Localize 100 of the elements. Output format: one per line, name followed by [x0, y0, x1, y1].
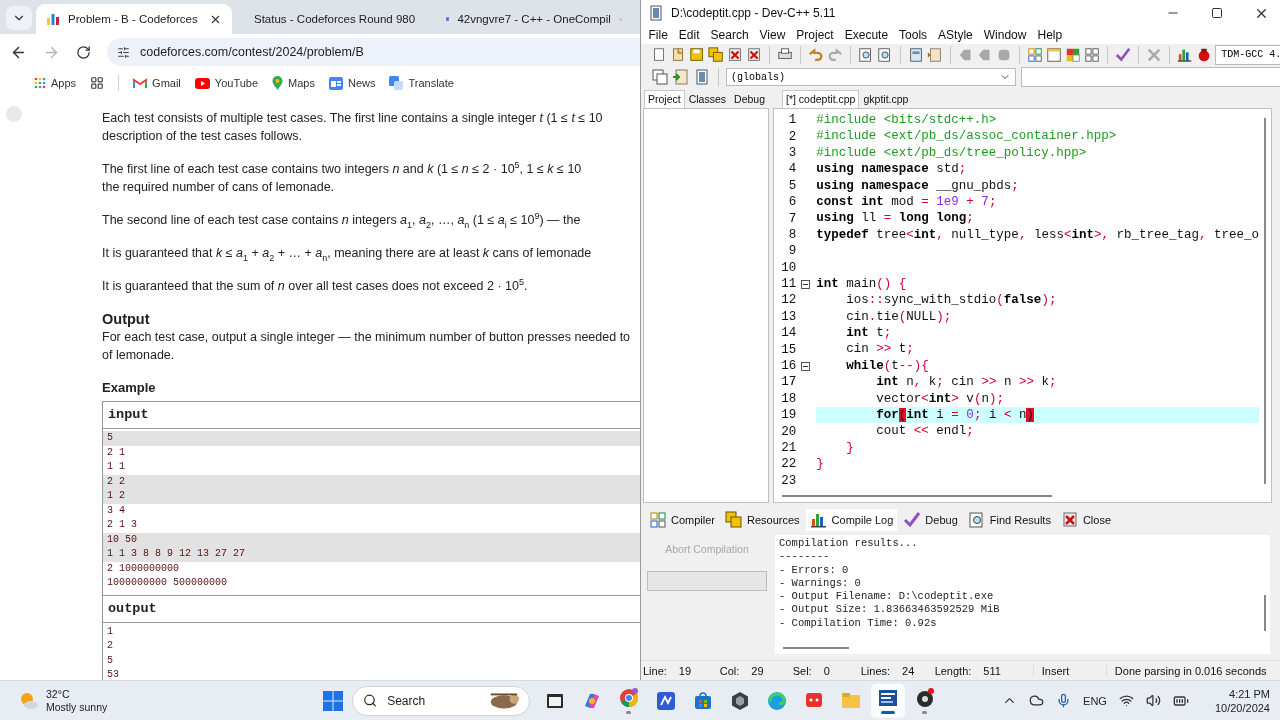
panel-tab[interactable]: Close — [1056, 509, 1116, 531]
bookmark-link[interactable]: YouTube — [194, 77, 259, 89]
panel-tab[interactable]: Classes — [684, 90, 731, 108]
taskbar-app-button[interactable] — [870, 683, 905, 718]
browser-tab[interactable]: Problem - B - Codeforces — [36, 4, 232, 34]
panel-tab[interactable]: Compiler — [645, 509, 719, 531]
map-pin-icon — [272, 76, 284, 90]
scope-select[interactable]: (globals) — [726, 68, 1016, 86]
panel-tab[interactable]: Debug — [899, 509, 962, 531]
language-indicator[interactable]: ENG — [1083, 694, 1107, 707]
line-number: 10 — [780, 260, 797, 275]
line-number: 1 — [787, 113, 797, 128]
grid-icon[interactable] — [1084, 46, 1101, 64]
menu-item[interactable]: Search — [705, 28, 755, 42]
check-icon[interactable] — [903, 511, 922, 529]
save-all-icon[interactable] — [708, 46, 725, 64]
bookmark-link[interactable]: Translate — [389, 76, 454, 90]
code-line: int main() { — [816, 275, 908, 293]
weather-text: Mostly sunny — [46, 700, 108, 714]
log-line: - Warnings: 0 — [779, 576, 862, 591]
volume-icon[interactable] — [1145, 693, 1161, 708]
add-file-icon[interactable] — [672, 68, 690, 86]
temperature: 32°C — [46, 687, 71, 701]
search-input[interactable]: Search — [385, 692, 480, 709]
panel-tab[interactable]: Find Results — [963, 509, 1055, 531]
menu-item[interactable]: Help — [1031, 28, 1068, 42]
status-message: Done parsing in 0.016 seconds — [1105, 665, 1280, 677]
code-line: using namespace std; — [816, 161, 968, 178]
chart-icon[interactable] — [809, 511, 828, 529]
problem-text: The second line of each test case contains n integers a$_{1}$, a$_{2}$, …, a$_{n}$ (1 ≤ a$_{i}$ ≤ 10$^{9}$) — the — [102, 211, 582, 229]
menu-item[interactable]: Edit — [673, 28, 706, 42]
log-line: - Compilation Time: 0.92s — [779, 616, 938, 631]
menu-item[interactable]: Execute — [839, 28, 894, 42]
bookmark-link[interactable]: Apps — [34, 77, 77, 89]
devcpp-icon[interactable] — [876, 687, 899, 709]
tiles-icon[interactable] — [1065, 46, 1082, 64]
fold-icon[interactable] — [800, 279, 810, 289]
clock-date[interactable]: 10/20/2024 — [1214, 700, 1270, 715]
panel-tab[interactable]: Debug — [730, 90, 769, 108]
grid-icon[interactable] — [649, 511, 667, 529]
bookmark-link[interactable]: News — [328, 76, 376, 90]
microphone-icon[interactable] — [1056, 693, 1072, 708]
pane-icon[interactable] — [693, 68, 711, 86]
menu-item[interactable]: Tools — [893, 28, 933, 42]
windows-logo-icon[interactable] — [322, 689, 344, 712]
app-icon[interactable] — [647, 4, 665, 22]
log-line: - Errors: 0 — [779, 563, 850, 577]
compiler-select[interactable]: TDM-GCC 4. — [1215, 45, 1280, 65]
status-value: 0 — [823, 665, 830, 677]
panel-tab[interactable]: Compile Log — [805, 509, 898, 531]
editor-icon[interactable] — [654, 689, 677, 712]
search-box[interactable]: Search — [352, 685, 530, 716]
browser-tab[interactable]: Status - Codeforces Round 980 — [236, 4, 432, 34]
indent-icon[interactable] — [927, 46, 944, 64]
pane-icon[interactable] — [908, 46, 925, 64]
reload-icon[interactable] — [76, 44, 91, 60]
bookmark-link[interactable]: Maps — [272, 76, 315, 90]
line-number: 23 — [780, 473, 797, 488]
file-tab[interactable]: [*] codeptit.cpp — [782, 90, 860, 108]
menu-item[interactable]: View — [754, 28, 791, 42]
tab-list-button[interactable] — [6, 6, 32, 30]
check-icon[interactable] — [1115, 46, 1132, 64]
close-file-icon[interactable] — [727, 46, 744, 64]
save-icon[interactable] — [689, 46, 706, 64]
wifi-icon[interactable] — [1118, 693, 1134, 708]
code-line: cin >> t; — [845, 341, 915, 358]
insert-mode: Insert — [1032, 665, 1106, 677]
site-settings-icon[interactable] — [117, 45, 130, 59]
fold-icon[interactable] — [800, 361, 810, 371]
pages-icon[interactable] — [725, 511, 743, 529]
grid-icon[interactable] — [90, 76, 105, 90]
menu-item[interactable]: File — [643, 28, 674, 42]
line-number: 17 — [780, 375, 797, 390]
code-line: typedef tree<int, null_type, less<int>, rb_tree_tag, tree_o — [816, 226, 1259, 244]
address-bar[interactable]: codeforces.com/contest/2024/problem/B — [107, 38, 640, 66]
close-file-icon[interactable] — [1060, 511, 1079, 529]
panel-tab[interactable]: Resources — [721, 509, 804, 531]
grid-icon[interactable] — [1027, 46, 1044, 64]
edge-icon[interactable] — [765, 689, 788, 712]
translate-icon — [389, 76, 404, 90]
code-editor[interactable] — [773, 108, 1272, 503]
browser-tab[interactable]: 42vngvre7 - C++ - OneCompil — [436, 4, 632, 34]
menu-item[interactable]: Project — [790, 28, 840, 42]
file-tab[interactable]: gkptit.cpp — [859, 90, 913, 108]
pages-icon[interactable] — [651, 68, 669, 86]
maximize-icon[interactable] — [1211, 7, 1223, 19]
log-line: -------- — [779, 550, 831, 564]
undo-icon[interactable] — [808, 46, 825, 64]
menu-item[interactable]: Window — [978, 28, 1032, 42]
find-icon[interactable] — [967, 511, 986, 529]
clock-time[interactable]: 4:21 PM — [1229, 686, 1270, 701]
bookmark-link[interactable]: Gmail — [133, 77, 181, 89]
close-all-icon[interactable] — [746, 46, 763, 64]
problem-text: It is guaranteed that k ≤ a$_{1}$ + a$_{2}$ + … + a$_{n}$, meaning there are at least k cans of lemonade — [102, 245, 593, 262]
cloud-icon[interactable] — [1029, 693, 1045, 708]
line-number: 22 — [780, 457, 797, 472]
chrome-icon[interactable] — [617, 687, 640, 709]
panel-tab[interactable]: Project — [644, 90, 685, 108]
menu-item[interactable]: AStyle — [932, 28, 979, 42]
code-line: } — [845, 439, 855, 457]
